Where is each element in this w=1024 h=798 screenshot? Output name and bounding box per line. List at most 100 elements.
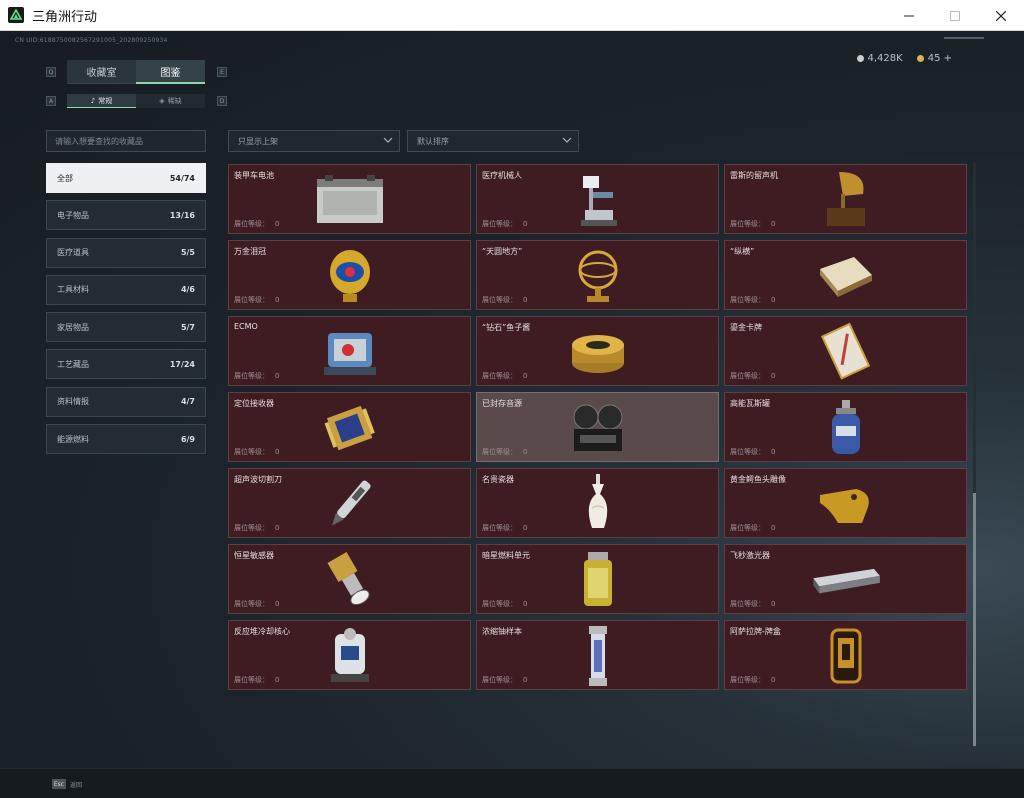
- sub-tabs: ♪ 常规 ◈ 稀缺: [67, 94, 205, 108]
- tab-catalog[interactable]: 图鉴: [136, 60, 205, 84]
- maximize-button[interactable]: [932, 0, 978, 31]
- uid-label: CN UID:61887500825672910​05_202809250934: [15, 37, 168, 44]
- item-name: 定位接收器: [234, 399, 274, 408]
- category-crafts[interactable]: 工艺藏品 17/24: [46, 349, 206, 380]
- collection-card[interactable]: 浓缩铀样本展位等级： 0: [476, 620, 719, 690]
- category-all[interactable]: 全部 54/74: [46, 163, 206, 193]
- item-name: 恒星敏感器: [234, 551, 274, 560]
- collection-card[interactable]: ECMO 展位等级： 0: [228, 316, 471, 386]
- collection-card[interactable]: 已封存音源 展位等级： 0: [476, 392, 719, 462]
- booth-level-label: 展位等级：: [730, 524, 765, 532]
- item-name: “纵横”: [730, 247, 755, 256]
- booth-level-label: 展位等级：: [482, 524, 517, 532]
- booth-level-value: 0: [771, 220, 776, 228]
- minimize-button[interactable]: [886, 0, 932, 31]
- collection-card[interactable]: 暗星燃料单元 展位等级： 0: [476, 544, 719, 614]
- jeweled-egg-icon: [315, 245, 385, 307]
- category-medical[interactable]: 医疗道具 5/5: [46, 237, 206, 268]
- sort-dropdown[interactable]: 默认排序: [407, 130, 579, 152]
- booth-level: 展位等级： 0: [234, 675, 279, 685]
- item-name: “天圆地方”: [482, 247, 523, 256]
- collection-card[interactable]: 装甲车电池展位等级： 0: [228, 164, 471, 234]
- collection-card[interactable]: 鎏金卡牌 展位等级： 0: [724, 316, 967, 386]
- app-logo-icon: [8, 7, 24, 23]
- category-intel[interactable]: 资料情报 4/7: [46, 386, 206, 417]
- collection-card[interactable]: 名贵瓷器 展位等级： 0: [476, 468, 719, 538]
- booth-level-value: 0: [275, 676, 280, 684]
- category-label: 资料情报: [57, 397, 89, 407]
- booth-level-label: 展位等级：: [482, 448, 517, 456]
- subtab-regular[interactable]: ♪ 常规: [67, 94, 136, 108]
- booth-level: 展位等级： 0: [482, 523, 527, 533]
- collection-card[interactable]: 定位接收器 展位等级： 0: [228, 392, 471, 462]
- booth-level: 展位等级： 0: [730, 675, 775, 685]
- collection-card[interactable]: 医疗机械人 展位等级： 0: [476, 164, 719, 234]
- maximize-icon: [950, 10, 960, 21]
- booth-level-value: 0: [275, 448, 280, 456]
- category-energy[interactable]: 能源燃料 6/9: [46, 424, 206, 455]
- search-input[interactable]: 请输入想要查找的收藏品: [46, 130, 206, 152]
- tab-collection-room[interactable]: 收藏室: [67, 60, 136, 84]
- minimize-icon: [904, 15, 914, 16]
- category-count: 13/16: [169, 210, 195, 220]
- booth-level: 展位等级： 0: [482, 219, 527, 229]
- chevron-down-icon: [383, 137, 393, 143]
- item-name: 万金泪冠: [234, 247, 266, 256]
- category-count: 4/6: [180, 285, 195, 295]
- receiver-chip-icon: [315, 397, 385, 459]
- booth-level: 展位等级： 0: [730, 599, 775, 609]
- collection-card[interactable]: 飞秒激光器 展位等级： 0: [724, 544, 967, 614]
- booth-level-value: 0: [523, 676, 528, 684]
- item-name: “钻石”鱼子酱: [482, 323, 531, 332]
- main-tabs: 收藏室 图鉴: [67, 60, 205, 84]
- armillary-sphere-icon: [563, 245, 633, 307]
- grid-scrollbar[interactable]: [973, 163, 976, 746]
- category-household[interactable]: 家居物品 5/7: [46, 312, 206, 343]
- category-tools[interactable]: 工具材料 4/6: [46, 274, 206, 305]
- filter-dropdown[interactable]: 只显示上架: [228, 130, 400, 152]
- collection-card[interactable]: 超声波切割刀 展位等级： 0: [228, 468, 471, 538]
- booth-level-label: 展位等级：: [234, 600, 269, 608]
- collection-card[interactable]: 雷斯的留声机 展位等级： 0: [724, 164, 967, 234]
- collection-card[interactable]: 万金泪冠展位等级： 0: [228, 240, 471, 310]
- item-name: 装甲车电池: [234, 171, 274, 180]
- booth-level: 展位等级： 0: [482, 675, 527, 685]
- gold-currency[interactable]: 45 +: [916, 53, 952, 64]
- booth-level-value: 0: [275, 296, 280, 304]
- booth-level: 展位等级： 0: [234, 523, 279, 533]
- booth-level: 展位等级： 0: [730, 295, 775, 305]
- booth-level-value: 0: [771, 372, 776, 380]
- subtab-rare[interactable]: ◈ 稀缺: [136, 94, 205, 108]
- close-button[interactable]: [978, 0, 1024, 31]
- collection-card[interactable]: “纵横” 展位等级： 0: [724, 240, 967, 310]
- collection-card[interactable]: 阿萨拉牌-牌盒 展位等级： 0: [724, 620, 967, 690]
- collection-card[interactable]: 黄金鳄鱼头雕像 展位等级： 0: [724, 468, 967, 538]
- category-label: 能源燃料: [57, 434, 89, 444]
- chess-board-icon: [811, 245, 881, 307]
- booth-level-value: 0: [275, 220, 280, 228]
- back-label: 返回: [70, 782, 83, 789]
- collection-card[interactable]: 反应堆冷却核心 展位等级： 0: [228, 620, 471, 690]
- scrollbar-thumb[interactable]: [973, 493, 976, 746]
- category-label: 全部: [57, 173, 73, 183]
- collection-card[interactable]: 高能瓦斯罐 展位等级： 0: [724, 392, 967, 462]
- item-name: 浓缩铀样本: [482, 627, 522, 636]
- category-electronics[interactable]: 电子物品 13/16: [46, 200, 206, 231]
- silver-coin-icon: [856, 54, 864, 62]
- booth-level-value: 0: [771, 676, 776, 684]
- booth-level: 展位等级： 0: [234, 371, 279, 381]
- close-icon: [996, 10, 1006, 21]
- booth-level-label: 展位等级：: [234, 220, 269, 228]
- collection-card[interactable]: 恒星敏感器 展位等级： 0: [228, 544, 471, 614]
- booth-level-value: 0: [771, 296, 776, 304]
- booth-level-label: 展位等级：: [234, 296, 269, 304]
- gold-card-icon: [811, 321, 881, 383]
- card-box-icon: [811, 625, 881, 687]
- collection-card[interactable]: “天圆地方” 展位等级： 0: [476, 240, 719, 310]
- booth-level: 展位等级： 0: [482, 371, 527, 381]
- booth-level-label: 展位等级：: [730, 372, 765, 380]
- collection-card[interactable]: “钻石”鱼子酱 展位等级： 0: [476, 316, 719, 386]
- booth-level: 展位等级： 0: [730, 523, 775, 533]
- esc-key-hint[interactable]: Esc: [52, 779, 66, 789]
- chevron-down-icon: [562, 137, 572, 143]
